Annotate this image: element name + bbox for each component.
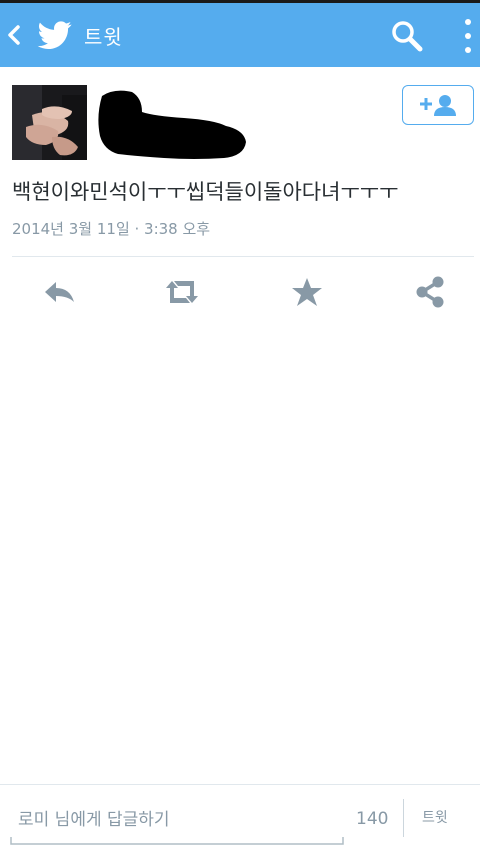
author-name-redacted <box>98 90 247 159</box>
tweet-button[interactable]: 트윗 <box>422 807 448 827</box>
share-icon[interactable] <box>410 274 450 310</box>
reply-icon[interactable] <box>40 274 80 310</box>
overflow-menu-icon[interactable] <box>462 17 474 55</box>
reply-bar: 140 트윗 <box>0 784 480 850</box>
add-user-icon <box>420 95 456 116</box>
page-title: 트윗 <box>84 25 123 49</box>
app-bar: 트윗 <box>0 3 480 67</box>
divider <box>12 256 474 257</box>
back-arrow-icon[interactable] <box>6 21 22 49</box>
char-count: 140 <box>356 809 389 829</box>
divider <box>403 799 404 837</box>
reply-input[interactable] <box>10 803 360 837</box>
tweet-text: 백현이와민석이ㅜㅜ씹덕들이돌아다녀ㅜㅜㅜ <box>12 180 399 204</box>
reply-input-underline <box>10 837 344 845</box>
tweet-actions <box>0 270 480 314</box>
search-icon[interactable] <box>390 19 424 53</box>
avatar[interactable] <box>12 85 87 160</box>
follow-button[interactable] <box>402 85 474 125</box>
favorite-star-icon[interactable] <box>287 274 327 310</box>
retweet-icon[interactable] <box>162 274 202 310</box>
tweet-timestamp: 2014년 3월 11일 · 3:38 오후 <box>12 220 211 238</box>
twitter-bird-icon <box>37 21 72 50</box>
